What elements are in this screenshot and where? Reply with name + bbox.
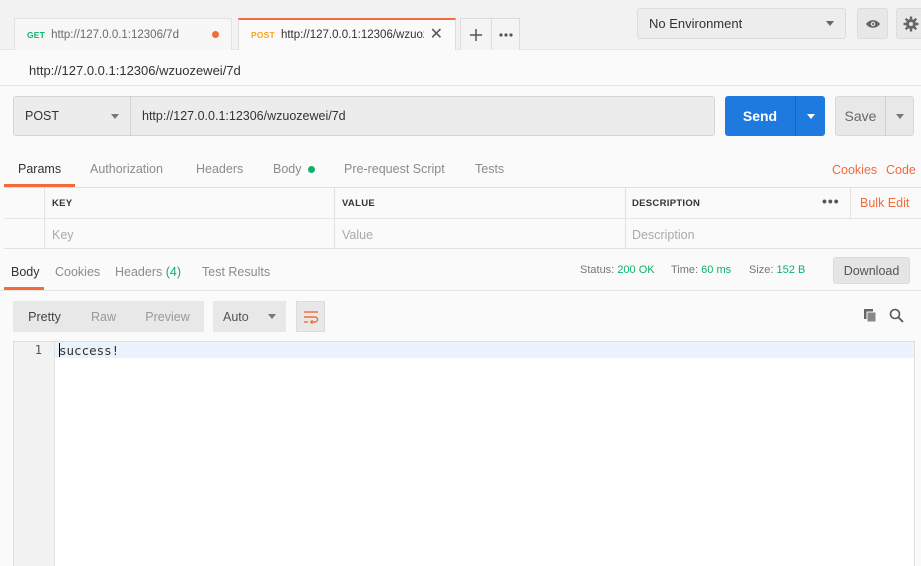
column-header-value: VALUE <box>342 198 375 209</box>
tab-options-button[interactable] <box>491 18 520 50</box>
request-tab-get[interactable]: GET http://127.0.0.1:12306/7d <box>14 18 232 50</box>
time-value: 60 ms <box>701 264 732 276</box>
method-select[interactable]: POST <box>13 96 130 136</box>
column-divider <box>625 188 626 249</box>
chevron-down-icon <box>826 21 834 26</box>
environment-quick-look-button[interactable] <box>857 8 888 39</box>
view-raw-button[interactable]: Raw <box>76 301 131 332</box>
search-icon <box>889 308 904 323</box>
key-input[interactable]: Key <box>52 228 74 242</box>
description-input[interactable]: Description <box>632 228 695 242</box>
tab-authorization[interactable]: Authorization <box>90 162 163 176</box>
chevron-down-icon <box>111 113 119 119</box>
send-button[interactable]: Send <box>725 96 795 136</box>
column-header-description: DESCRIPTION <box>632 198 701 209</box>
new-tab-button[interactable] <box>460 18 492 50</box>
request-name: http://127.0.0.1:12306/wzuozewei/7d <box>29 63 241 78</box>
response-tab-body[interactable]: Body <box>11 265 40 279</box>
eye-icon <box>865 19 880 28</box>
tab-tests[interactable]: Tests <box>475 162 504 176</box>
gear-icon <box>903 16 919 31</box>
column-divider <box>334 188 335 249</box>
tab-method: POST <box>251 30 275 40</box>
time-readout: Time: 60 ms <box>671 264 731 276</box>
method-label: POST <box>25 109 60 123</box>
environment-label: No Environment <box>649 16 743 31</box>
size-value: 152 B <box>776 264 806 276</box>
close-icon[interactable]: ✕ <box>430 27 443 43</box>
code-line: success! <box>59 343 120 358</box>
view-pretty-button[interactable]: Pretty <box>13 301 76 332</box>
line-number: 1 <box>34 343 42 357</box>
divider <box>0 290 921 291</box>
wrap-lines-icon <box>303 310 318 324</box>
chevron-down-icon <box>806 113 815 119</box>
tab-body-label: Body <box>273 162 302 176</box>
copy-icon <box>864 309 877 323</box>
chevron-down-icon <box>268 314 276 319</box>
response-tab-test-results[interactable]: Test Results <box>202 265 270 279</box>
tab-url: http://127.0.0.1:12306/wzuoze <box>280 29 424 41</box>
tab-params[interactable]: Params <box>18 162 61 176</box>
send-options-button[interactable] <box>795 96 825 136</box>
response-headers-label: Headers <box>115 265 163 279</box>
response-tab-cookies[interactable]: Cookies <box>55 265 100 279</box>
tab-headers[interactable]: Headers <box>196 162 243 176</box>
more-icon[interactable]: ••• <box>822 193 840 209</box>
settings-button[interactable] <box>896 8 921 39</box>
unsaved-dot-icon <box>212 31 219 38</box>
status-label: Status: <box>580 264 615 276</box>
plus-icon <box>470 28 482 41</box>
save-options-button[interactable] <box>885 96 914 136</box>
status-readout: Status: 200 OK <box>580 264 655 276</box>
value-input[interactable]: Value <box>342 228 373 242</box>
request-tab-post[interactable]: POST http://127.0.0.1:12306/wzuoze ✕ <box>238 18 456 50</box>
tab-method: GET <box>27 29 46 40</box>
save-button[interactable]: Save <box>835 96 885 136</box>
response-tab-headers[interactable]: Headers (4) <box>115 265 181 279</box>
table-divider <box>4 218 921 219</box>
download-button[interactable]: Download <box>833 257 910 284</box>
active-line-highlight <box>55 342 914 358</box>
wrap-lines-button[interactable] <box>296 301 325 332</box>
more-icon <box>498 32 513 37</box>
chevron-down-icon <box>895 113 904 119</box>
search-button[interactable] <box>889 308 904 326</box>
headers-count: (4) <box>165 265 182 279</box>
tab-body[interactable]: Body <box>273 162 315 176</box>
tab-url: http://127.0.0.1:12306/7d <box>51 28 179 41</box>
divider <box>0 85 921 86</box>
status-value: 200 OK <box>617 264 655 276</box>
column-divider <box>850 188 851 218</box>
column-divider <box>44 188 45 249</box>
status-dot-icon <box>307 166 315 174</box>
bulk-edit-link[interactable]: Bulk Edit <box>860 196 909 210</box>
size-label: Size: <box>749 264 774 276</box>
tab-pre-request-script[interactable]: Pre-request Script <box>344 162 445 176</box>
cookies-link[interactable]: Cookies <box>832 163 877 177</box>
url-input[interactable]: http://127.0.0.1:12306/wzuozewei/7d <box>130 96 715 136</box>
format-select[interactable]: Auto <box>213 301 286 332</box>
format-label: Auto <box>223 309 249 324</box>
view-preview-button[interactable]: Preview <box>131 301 204 332</box>
size-readout: Size: 152 B <box>749 264 805 276</box>
time-label: Time: <box>671 264 699 276</box>
text-cursor <box>59 343 60 357</box>
response-body-editor[interactable] <box>13 341 915 566</box>
column-header-key: KEY <box>52 198 73 209</box>
code-link[interactable]: Code <box>886 163 916 177</box>
line-number-gutter <box>14 342 55 566</box>
environment-select[interactable]: No Environment <box>637 8 846 39</box>
copy-button[interactable] <box>863 308 878 326</box>
